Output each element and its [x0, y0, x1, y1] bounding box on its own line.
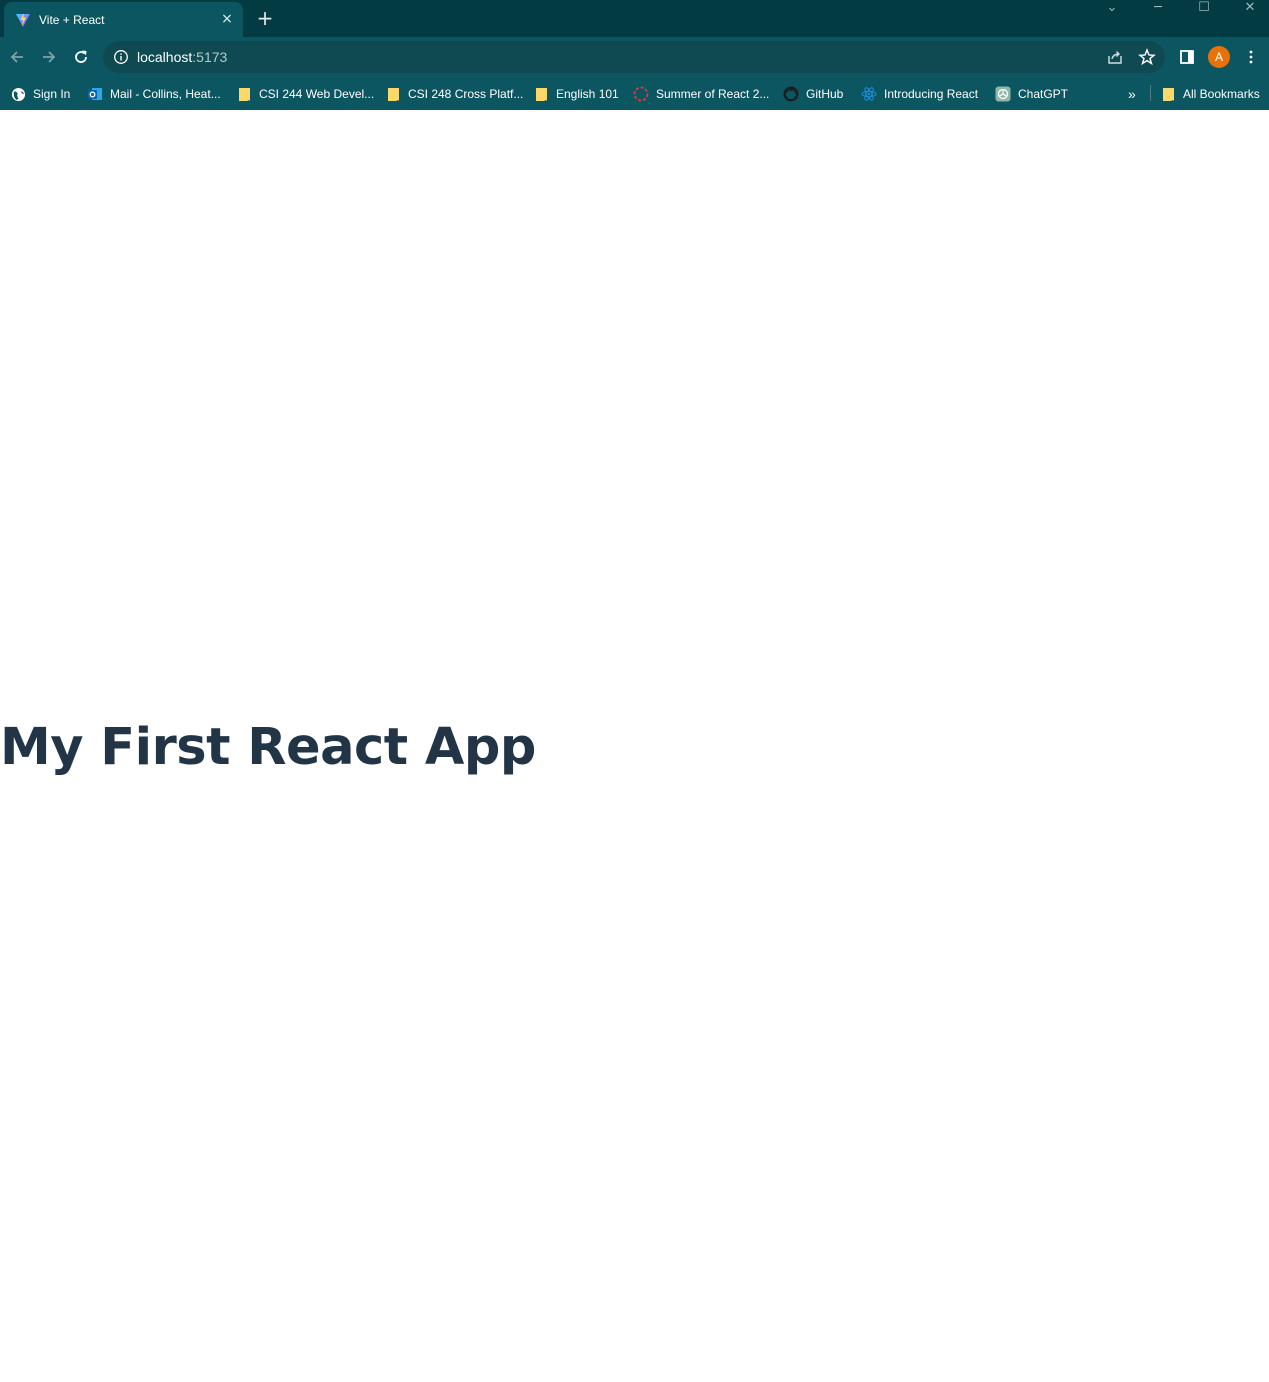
- url-host: localhost: [137, 49, 193, 65]
- bookmark-folder-icon: [236, 86, 252, 102]
- tab-strip: Vite + React × + ⌄ ─ ☐ ✕: [0, 0, 1269, 37]
- outlook-icon: [87, 86, 103, 102]
- new-tab-button[interactable]: +: [255, 8, 275, 28]
- site-info-icon[interactable]: [113, 49, 129, 65]
- share-icon[interactable]: [1106, 48, 1124, 66]
- bookmark-summer-of-react[interactable]: Summer of React 2...: [633, 83, 769, 105]
- close-window-icon[interactable]: ✕: [1235, 0, 1265, 18]
- chevron-double-right-icon: »: [1128, 86, 1136, 102]
- maximize-icon[interactable]: ☐: [1189, 0, 1219, 18]
- back-arrow-icon: [10, 51, 23, 63]
- bookmark-csi-244[interactable]: CSI 244 Web Devel...: [236, 83, 374, 105]
- bookmark-english-101[interactable]: English 101: [533, 83, 619, 105]
- bookmark-sign-in[interactable]: Sign In: [10, 83, 70, 105]
- bookmark-folder-icon: [385, 86, 401, 102]
- side-panel-icon: [1180, 50, 1194, 64]
- bookmarks-overflow-button[interactable]: »: [1128, 83, 1136, 105]
- globe-icon: [10, 86, 26, 102]
- vite-logo-icon: [15, 12, 31, 28]
- bookmarks-divider: [1150, 85, 1151, 101]
- bookmark-csi-248[interactable]: CSI 248 Cross Platf...: [385, 83, 523, 105]
- all-bookmarks-label: All Bookmarks: [1183, 87, 1260, 101]
- page-content: My First React App: [0, 110, 1269, 1382]
- bookmark-label: GitHub: [806, 87, 844, 101]
- tab-vite-react[interactable]: Vite + React ×: [4, 2, 243, 37]
- bookmark-label: Summer of React 2...: [656, 87, 770, 101]
- bookmark-mail[interactable]: Mail - Collins, Heat...: [87, 83, 221, 105]
- bookmark-label: ChatGPT: [1018, 87, 1069, 101]
- side-panel-button[interactable]: [1175, 45, 1199, 69]
- all-bookmarks-button[interactable]: All Bookmarks: [1160, 83, 1260, 105]
- bookmark-chatgpt[interactable]: ChatGPT: [995, 83, 1068, 105]
- bookmark-label: Introducing React: [884, 87, 979, 101]
- bookmarks-bar: Sign In Mail - Collins, Heat... CSI 244 …: [0, 77, 1269, 110]
- address-bar[interactable]: localhost:5173: [103, 41, 1165, 73]
- reload-icon: [75, 50, 87, 63]
- bookmark-introducing-react[interactable]: Introducing React: [861, 83, 978, 105]
- forward-arrow-icon: [43, 51, 56, 63]
- minimize-icon[interactable]: ─: [1143, 0, 1173, 18]
- back-button[interactable]: [5, 45, 29, 69]
- url-port: :5173: [192, 49, 228, 65]
- bookmark-label: Mail - Collins, Heat...: [110, 87, 221, 101]
- bookmark-star-icon[interactable]: [1138, 48, 1156, 66]
- github-icon: [783, 86, 799, 102]
- bookmark-label: English 101: [556, 87, 619, 101]
- bookmark-folder-icon: [1160, 86, 1176, 102]
- browser-toolbar: localhost:5173 A: [0, 37, 1269, 77]
- tab-search-icon[interactable]: ⌄: [1097, 0, 1127, 18]
- bookmark-github[interactable]: GitHub: [783, 83, 843, 105]
- url-text[interactable]: localhost:5173: [137, 49, 227, 65]
- react-icon: [861, 86, 877, 102]
- profile-avatar[interactable]: A: [1208, 46, 1230, 68]
- bookmark-folder-icon: [533, 86, 549, 102]
- bookmark-label: CSI 248 Cross Platf...: [408, 87, 524, 101]
- kebab-menu-icon: [1249, 50, 1253, 64]
- reload-button[interactable]: [69, 45, 93, 69]
- tab-title: Vite + React: [39, 12, 105, 27]
- bookmark-label: CSI 244 Web Devel...: [259, 87, 375, 101]
- forward-button[interactable]: [37, 45, 61, 69]
- menu-button[interactable]: [1239, 45, 1263, 69]
- tab-close-icon[interactable]: ×: [219, 11, 235, 27]
- browser-chrome: Vite + React × + ⌄ ─ ☐ ✕ localhost:5173: [0, 0, 1269, 110]
- chatgpt-icon: [995, 86, 1011, 102]
- circle-dashed-icon: [633, 86, 649, 102]
- page-heading: My First React App: [0, 718, 536, 777]
- bookmark-label: Sign In: [33, 87, 71, 101]
